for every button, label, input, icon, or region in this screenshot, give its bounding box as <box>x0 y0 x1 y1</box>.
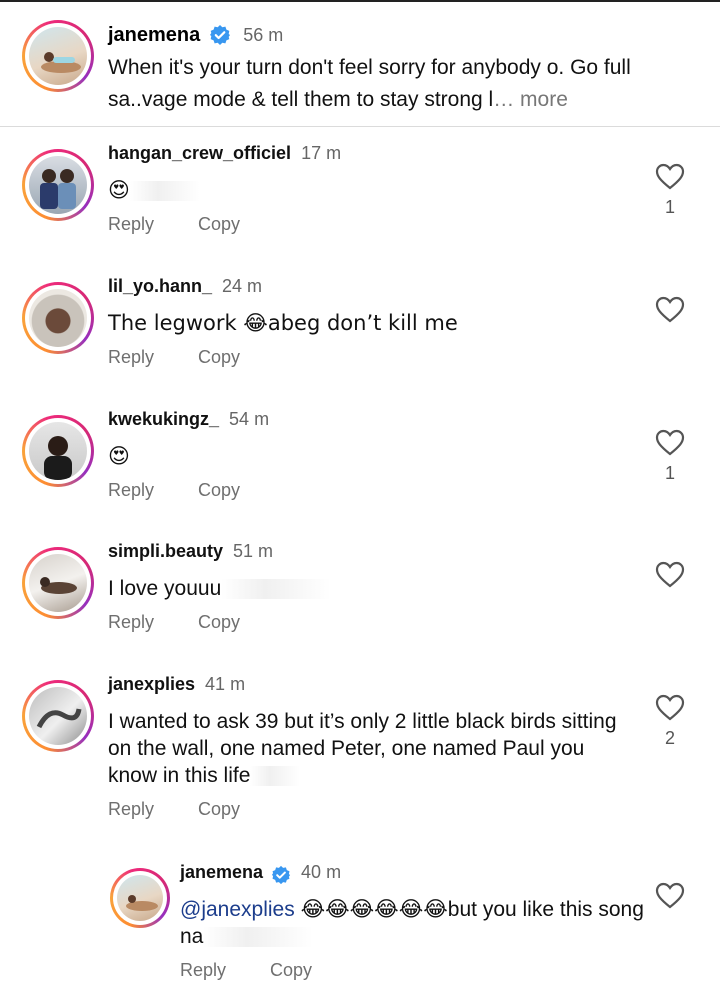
like-count: 1 <box>664 463 675 483</box>
heart-icon <box>655 163 685 190</box>
avatar-photo-icon <box>126 895 158 911</box>
comment-text: 😍 <box>108 444 130 468</box>
comment-username[interactable]: simpli.beauty <box>108 541 223 562</box>
copy-button[interactable]: Copy <box>198 612 240 633</box>
reply-avatar[interactable] <box>110 868 170 928</box>
like-button[interactable]: 1 <box>654 429 686 493</box>
copy-button[interactable]: Copy <box>270 960 312 981</box>
post-caption: janemena 56 m When it's your turn don't … <box>0 0 720 126</box>
comment-username[interactable]: hangan_crew_officiel <box>108 143 291 164</box>
comment-avatar[interactable] <box>22 415 94 487</box>
like-button[interactable]: 2 <box>654 694 686 758</box>
verified-badge-icon <box>209 24 231 46</box>
comment-avatar[interactable] <box>22 547 94 619</box>
comment-body: I love youuu <box>108 577 222 600</box>
copy-button[interactable]: Copy <box>198 799 240 820</box>
avatar-photo-icon <box>40 169 76 209</box>
copy-button[interactable]: Copy <box>198 480 240 501</box>
like-button[interactable]: 1 <box>654 163 686 227</box>
reply-text: @janexplies 😂😂😂😂😂😂but you like this song… <box>180 896 650 950</box>
comment-timestamp: 24 m <box>222 276 263 296</box>
heart-icon <box>655 296 685 323</box>
caption-more-link[interactable]: … more <box>493 88 568 111</box>
heart-icon <box>655 429 685 456</box>
comment-username[interactable]: kwekukingz_ <box>108 409 219 430</box>
like-count: 1 <box>664 197 675 217</box>
avatar-photo-icon <box>41 52 81 73</box>
caption-divider <box>0 126 720 127</box>
like-count: 2 <box>664 728 675 748</box>
comment-avatar[interactable] <box>22 680 94 752</box>
redacted-area <box>203 927 314 948</box>
avatar-photo-icon <box>44 436 72 480</box>
heart-icon <box>655 694 685 721</box>
comment-body: I wanted to ask 39 but it’s only 2 littl… <box>108 710 617 787</box>
comment-avatar[interactable] <box>22 149 94 221</box>
caption-timestamp: 56 m <box>243 24 284 45</box>
comment-username[interactable]: janexplies <box>108 674 195 695</box>
redacted-area <box>221 579 332 600</box>
reply-button[interactable]: Reply <box>180 960 270 981</box>
comment-timestamp: 54 m <box>229 409 270 429</box>
reply-button[interactable]: Reply <box>108 347 198 368</box>
comment-body: 😍 <box>108 178 130 202</box>
comment-text: I wanted to ask 39 but it’s only 2 littl… <box>108 708 628 789</box>
mention-link[interactable]: @janexplies <box>180 898 295 921</box>
reply-button[interactable]: Reply <box>108 612 198 633</box>
caption-username[interactable]: janemena <box>108 24 200 47</box>
like-button[interactable] <box>654 882 686 946</box>
redacted-area <box>250 766 301 787</box>
caption-avatar[interactable] <box>22 20 94 92</box>
copy-button[interactable]: Copy <box>198 214 240 235</box>
redacted-area <box>129 181 200 202</box>
reply-username[interactable]: janemena <box>180 862 263 883</box>
reply-button[interactable]: Reply <box>108 480 198 501</box>
comment-timestamp: 51 m <box>233 541 274 561</box>
reply-button[interactable]: Reply <box>108 214 198 235</box>
comment-text: 😍 <box>108 177 628 204</box>
avatar-photo-icon <box>36 708 82 729</box>
comment-avatar[interactable] <box>22 282 94 354</box>
comment-username[interactable]: lil_yo.hann_ <box>108 276 212 297</box>
comment-timestamp: 41 m <box>205 674 246 694</box>
reply-emojis: 😂😂😂😂😂😂 <box>300 897 448 921</box>
comment-timestamp: 17 m <box>301 143 342 163</box>
avatar-photo-icon <box>40 577 77 594</box>
like-button[interactable] <box>654 296 686 360</box>
heart-icon <box>655 882 685 909</box>
like-button[interactable] <box>654 561 686 625</box>
reply-timestamp: 40 m <box>301 862 342 882</box>
heart-icon <box>655 561 685 588</box>
comment-text: I love youuu <box>108 575 628 602</box>
copy-button[interactable]: Copy <box>198 347 240 368</box>
comment-text: The legwork 😂abeg don’t kill me <box>108 311 458 335</box>
reply-button[interactable]: Reply <box>108 799 198 820</box>
verified-badge-icon <box>271 865 291 885</box>
caption-text: When it's your turn don't feel sorry for… <box>108 52 698 116</box>
